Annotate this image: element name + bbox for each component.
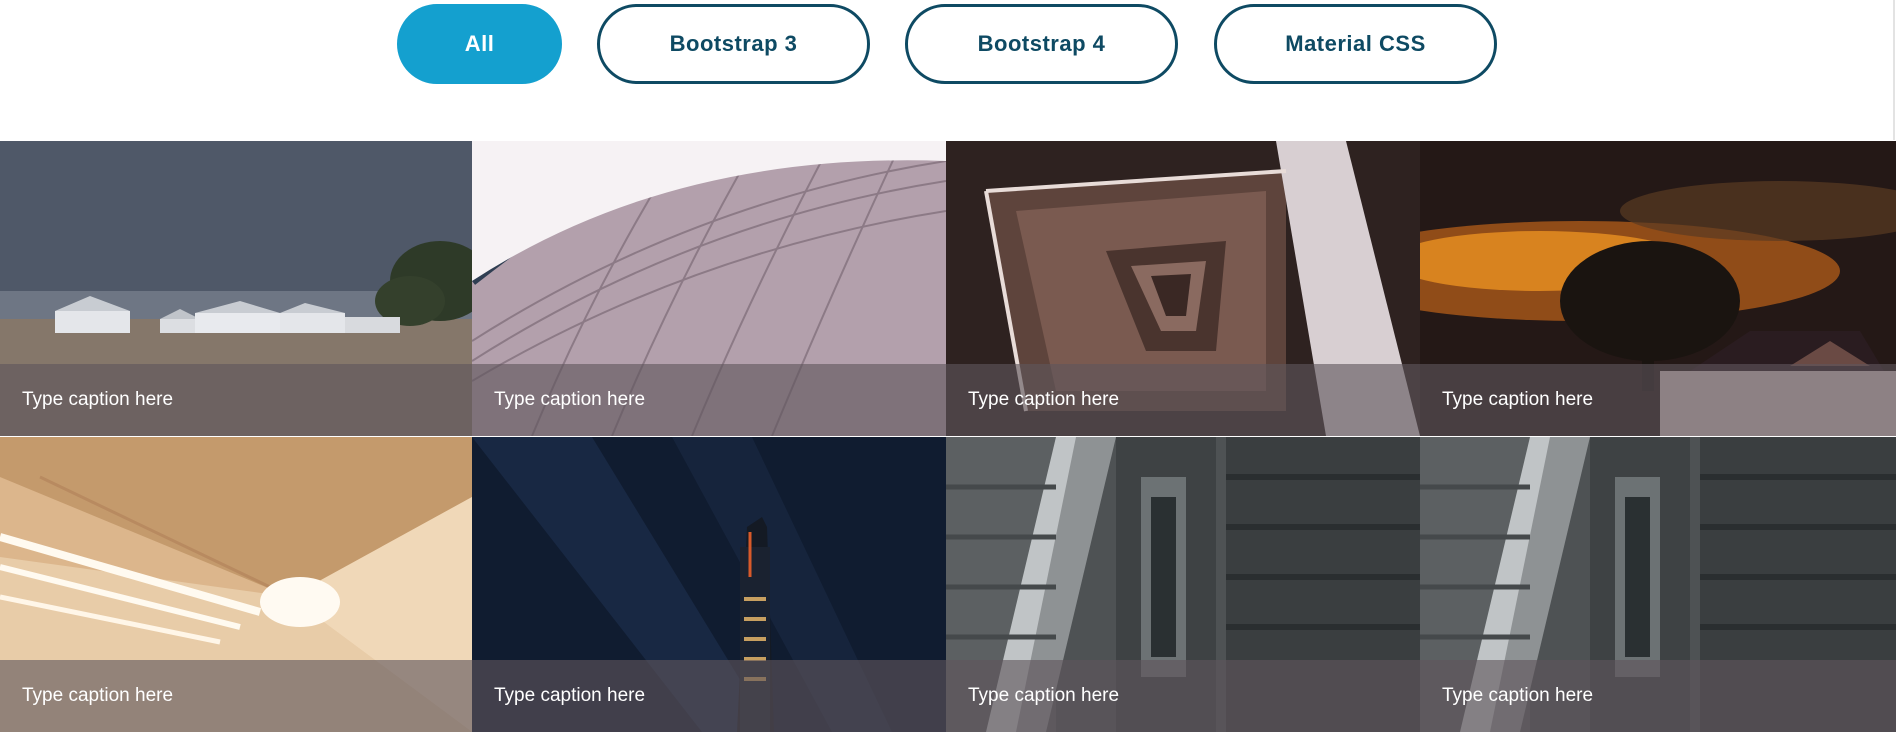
filter-material-css-button[interactable]: Material CSS — [1214, 4, 1497, 84]
gallery-item-night-tower[interactable]: Type caption here — [472, 437, 946, 732]
caption: Type caption here — [0, 364, 472, 436]
gallery-item-escalator-2[interactable]: Type caption here — [1420, 437, 1896, 732]
caption: Type caption here — [1420, 364, 1896, 436]
filter-all-button[interactable]: All — [397, 4, 562, 84]
caption: Type caption here — [472, 364, 946, 436]
gallery-item-farm[interactable]: Type caption here — [0, 141, 472, 436]
filter-bootstrap4-button[interactable]: Bootstrap 4 — [905, 4, 1178, 84]
caption: Type caption here — [472, 660, 946, 732]
caption: Type caption here — [0, 660, 472, 732]
caption: Type caption here — [1420, 660, 1896, 732]
gallery-item-curved-building[interactable]: Type caption here — [472, 141, 946, 436]
gallery-item-light-tunnel[interactable]: Type caption here — [0, 437, 472, 732]
caption: Type caption here — [946, 660, 1420, 732]
caption: Type caption here — [946, 364, 1420, 436]
image-gallery: Type caption here Type caption here Type… — [0, 141, 1896, 732]
divider — [1893, 0, 1895, 140]
filter-bootstrap3-button[interactable]: Bootstrap 3 — [597, 4, 870, 84]
gallery-page: All Bootstrap 3 Bootstrap 4 Material CSS — [0, 0, 1896, 751]
filter-bar: All Bootstrap 3 Bootstrap 4 Material CSS — [0, 4, 1896, 84]
gallery-item-night-church[interactable]: Type caption here — [1420, 141, 1896, 436]
gallery-item-escalator[interactable]: Type caption here — [946, 437, 1420, 732]
gallery-item-staircase[interactable]: Type caption here — [946, 141, 1420, 436]
